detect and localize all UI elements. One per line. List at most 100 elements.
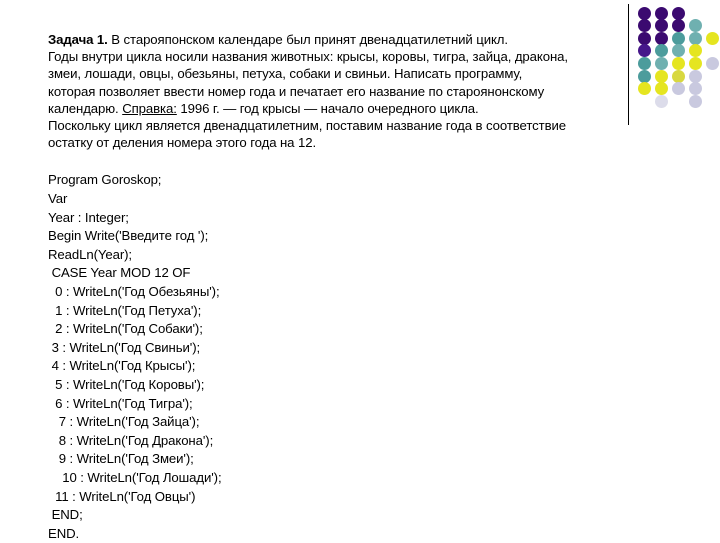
code-line: 11 : WriteLn('Год Овцы') [48,488,196,504]
code-line: 2 : WriteLn('Год Собаки'); [48,321,203,337]
code-line: 8 : WriteLn('Год Дракона'); [48,432,214,448]
decor-dot [655,31,668,45]
decor-dot [672,19,685,33]
dot-cell [654,94,671,108]
dot-cell [671,57,688,71]
dot-cell [654,69,671,83]
dot-cell [688,44,705,58]
decor-dot [672,31,685,45]
dot-cell [671,108,688,121]
code-line: 0 : WriteLn('Год Обезьяны'); [48,283,220,299]
dot-cell [654,82,671,96]
decor-dot [689,94,702,108]
problem-line-0: В старояпонском календаре был принят две… [107,32,508,47]
decor-dot [655,44,668,58]
decor-dot [638,57,651,71]
dot-cell [654,6,671,20]
dot-cell [637,19,654,33]
dot-cell [705,57,720,71]
dot-cell [637,95,654,108]
code-line: Year : Integer; [48,209,129,225]
code-line: END. [48,525,80,541]
vertical-divider-line [628,4,629,125]
decor-dot [689,82,702,96]
code-line: 9 : WriteLn('Год Змеи'); [48,451,194,467]
dot-cell [705,31,720,45]
decor-dot [689,31,702,45]
dot-cell [637,31,654,45]
dot-cell [705,20,720,33]
dot-cell [637,82,654,96]
dot-cell [671,6,688,20]
code-line: 6 : WriteLn('Год Тигра'); [48,395,193,411]
pascal-code-listing: Program Goroskop; Var Year : Integer; Begin… [48,171,614,543]
code-line: CASE Year MOD 12 OF [48,265,191,281]
dot-cell [688,108,705,121]
decor-dot [672,44,685,58]
decor-dot [638,19,651,33]
decor-dot [638,44,651,58]
decor-dot [706,31,719,45]
code-line: Var [48,191,68,207]
problem-tail-line-1: остатку от деления номера этого года на … [48,135,317,151]
dot-cell [688,94,705,108]
code-line: Program Goroskop; [48,172,162,188]
dot-cell [671,95,688,108]
dot-cell [671,82,688,96]
dot-cell [688,82,705,96]
decor-dot [689,69,702,83]
dot-cell [688,31,705,45]
dot-cell [654,44,671,58]
decorative-dot-panel [624,0,720,132]
decor-dot [638,6,651,20]
decor-dot [689,44,702,58]
code-line: END; [48,507,83,523]
decor-dot [655,6,668,20]
dot-cell [705,83,720,96]
code-line: Begin Write('Введите год '); [48,228,209,244]
dot-cell [671,19,688,33]
dot-cell [671,31,688,45]
dot-cell [705,108,720,121]
reference-line-prefix: календарю. [48,100,123,116]
reference-line-suffix: 1996 г. — год крысы — начало очередного … [176,100,479,116]
code-line: 10 : WriteLn('Год Лошади'); [48,469,222,485]
dot-cell [654,108,671,121]
decor-dot [655,94,668,108]
dot-cell [637,69,654,83]
reference-label: Справка: [122,100,177,116]
decor-dot [655,57,668,71]
decor-dot [655,69,668,83]
decor-dot [672,69,685,83]
dot-cell [688,69,705,83]
dot-cell [705,7,720,20]
dot-cell [671,44,688,58]
problem-line-3: которая позволяет ввести номер года и пе… [48,83,545,99]
dot-cell [705,70,720,83]
decor-dot [706,57,719,71]
code-line: 4 : WriteLn('Год Крысы'); [48,358,196,374]
dot-cell [671,69,688,83]
code-line: 7 : WriteLn('Год Зайца'); [48,414,200,430]
decor-dot [638,69,651,83]
problem-line-2: змеи, лошади, овцы, обезьяны, петуха, со… [48,66,523,82]
dot-cell [637,44,654,58]
decor-dot [655,82,668,96]
code-line: 5 : WriteLn('Год Коровы'); [48,376,205,392]
decor-dot [672,6,685,20]
decor-dot [672,82,685,96]
problem-tail-line-0: Поскольку цикл является двенадцатилетним… [48,118,566,134]
problem-line-1: Годы внутри цикла носили названия животн… [48,49,568,65]
decor-dot [689,19,702,33]
decor-dot [638,31,651,45]
code-line: ReadLn(Year); [48,246,132,262]
problem-statement: Задача 1. В старояпонском календаре был … [48,31,614,151]
decor-dot [655,19,668,33]
dot-cell [688,57,705,71]
dot-cell [654,19,671,33]
decor-dot [689,57,702,71]
dot-cell [637,108,654,121]
dot-cell [688,7,705,20]
dot-cell [654,31,671,45]
dot-cell [705,95,720,108]
